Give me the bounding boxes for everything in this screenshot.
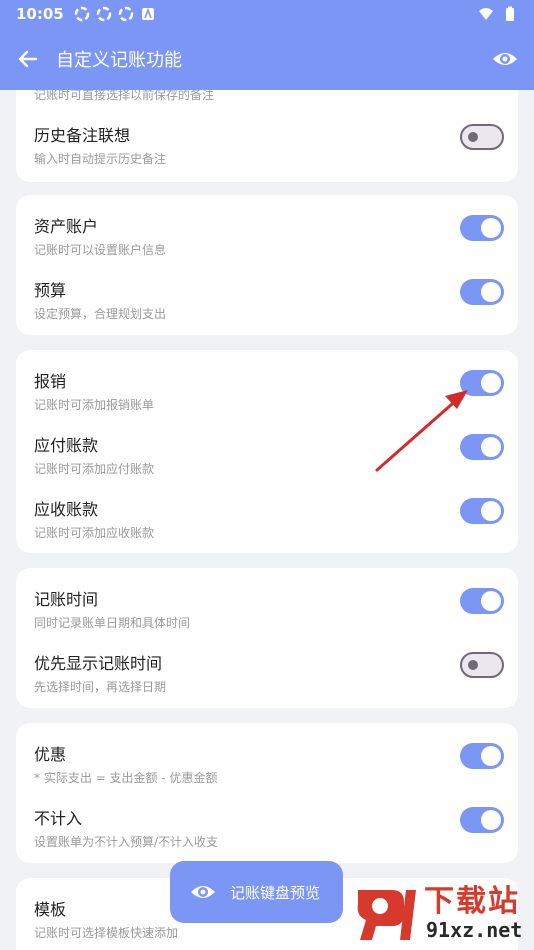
page-title: 自定义记账功能 bbox=[56, 50, 182, 71]
wifi-icon bbox=[479, 8, 493, 20]
watermark-url: 91xz.net bbox=[426, 918, 523, 942]
setting-row[interactable]: 优惠 * 实际支出 = 支出金额 - 优惠金额 bbox=[16, 735, 518, 795]
setting-row[interactable]: 记账时间 同时记录账单日期和具体时间 bbox=[16, 580, 518, 640]
notification-icons bbox=[74, 6, 156, 22]
toggle-switch[interactable] bbox=[460, 588, 504, 614]
toggle-switch[interactable] bbox=[460, 279, 504, 305]
setting-subtitle: 记账时可直接选择以前保存的备注 bbox=[34, 90, 215, 102]
setting-title: 报销 bbox=[34, 372, 67, 391]
toggle-switch[interactable] bbox=[460, 434, 504, 460]
setting-title: 应收账款 bbox=[34, 500, 99, 519]
setting-row[interactable]: 应付账款 记账时可添加应付账款 bbox=[16, 426, 518, 486]
status-bar: 10:05 bbox=[0, 0, 534, 28]
app-bar: 自定义记账功能 bbox=[0, 28, 534, 90]
notification-icon bbox=[74, 6, 89, 22]
setting-title: 应付账款 bbox=[34, 436, 99, 455]
preview-eye-icon[interactable] bbox=[492, 46, 518, 72]
setting-row[interactable]: 预算 设定预算，合理规划支出 bbox=[16, 271, 518, 331]
status-time: 10:05 bbox=[16, 5, 64, 23]
switch-knob bbox=[481, 591, 501, 611]
switch-knob bbox=[481, 373, 501, 393]
setting-title: 不计入 bbox=[34, 809, 83, 828]
setting-title: 资产账户 bbox=[34, 217, 99, 236]
setting-title: 历史备注联想 bbox=[34, 126, 131, 145]
toggle-switch[interactable] bbox=[460, 370, 504, 396]
notification-icon bbox=[96, 6, 111, 22]
watermark-logo-icon bbox=[357, 890, 416, 940]
setting-subtitle: 同时记录账单日期和具体时间 bbox=[34, 616, 191, 630]
keyboard-preview-label: 记账键盘预览 bbox=[230, 883, 321, 902]
toggle-switch[interactable] bbox=[460, 652, 504, 678]
switch-knob bbox=[481, 437, 501, 457]
watermark: 下载站 91xz.net bbox=[352, 874, 530, 946]
app-notification-icon bbox=[141, 7, 154, 20]
toggle-switch[interactable] bbox=[460, 215, 504, 241]
switch-knob bbox=[481, 218, 501, 238]
setting-title: 优惠 bbox=[34, 745, 67, 764]
setting-subtitle: 记账时可以设置账户信息 bbox=[34, 243, 167, 257]
setting-row[interactable]: 应收账款 记账时可添加应收账款 bbox=[16, 490, 518, 550]
switch-knob bbox=[481, 746, 501, 766]
toggle-switch[interactable] bbox=[460, 807, 504, 833]
toggle-switch[interactable] bbox=[460, 743, 504, 769]
back-arrow-icon[interactable] bbox=[16, 47, 40, 71]
setting-row[interactable]: 不计入 设置账单为不计入预算/不计入收支 bbox=[16, 799, 518, 859]
switch-knob bbox=[481, 282, 501, 302]
setting-title: 预算 bbox=[34, 281, 67, 300]
settings-card: 报销 记账时可添加报销账单 应付账款 记账时可添加应付账款 应收账款 记账时可添… bbox=[16, 350, 518, 553]
setting-subtitle: 记账时可选择模板快速添加 bbox=[34, 926, 179, 940]
keyboard-preview-button[interactable]: 记账键盘预览 bbox=[170, 861, 343, 923]
setting-subtitle: 输入时自动提示历史备注 bbox=[34, 152, 167, 166]
setting-row[interactable]: 报销 记账时可添加报销账单 bbox=[16, 362, 518, 422]
status-right bbox=[478, 6, 518, 22]
toggle-switch[interactable] bbox=[460, 498, 504, 524]
watermark-text: 下载站 bbox=[424, 884, 520, 919]
setting-title: 模板 bbox=[34, 900, 67, 919]
battery-icon bbox=[506, 6, 514, 21]
settings-card: 优惠 * 实际支出 = 支出金额 - 优惠金额 不计入 设置账单为不计入预算/不… bbox=[16, 723, 518, 863]
setting-title: 记账时间 bbox=[34, 590, 99, 609]
setting-subtitle: 设定预算，合理规划支出 bbox=[34, 307, 167, 321]
switch-knob bbox=[468, 660, 478, 670]
setting-subtitle: 记账时可添加应付账款 bbox=[34, 462, 155, 476]
switch-knob bbox=[481, 810, 501, 830]
settings-card: 记账时间 同时记录账单日期和具体时间 优先显示记账时间 先选择时间，再选择日期 bbox=[16, 568, 518, 708]
settings-list: 记账时可直接选择以前保存的备注 历史备注联想 输入时自动提示历史备注 资产账户 … bbox=[0, 90, 534, 950]
eye-icon bbox=[191, 886, 215, 898]
setting-title: 优先显示记账时间 bbox=[34, 654, 163, 673]
header: 10:05 自定义记账功能 bbox=[0, 0, 534, 90]
switch-knob bbox=[468, 132, 478, 142]
settings-card: 记账时可直接选择以前保存的备注 历史备注联想 输入时自动提示历史备注 bbox=[16, 90, 518, 182]
setting-subtitle: 记账时可添加报销账单 bbox=[34, 398, 155, 412]
setting-subtitle: * 实际支出 = 支出金额 - 优惠金额 bbox=[34, 771, 218, 785]
setting-row[interactable]: 资产账户 记账时可以设置账户信息 bbox=[16, 207, 518, 267]
settings-card: 资产账户 记账时可以设置账户信息 预算 设定预算，合理规划支出 bbox=[16, 195, 518, 335]
setting-subtitle: 记账时可添加应收账款 bbox=[34, 526, 155, 540]
toggle-switch[interactable] bbox=[460, 124, 504, 150]
setting-subtitle: 设置账单为不计入预算/不计入收支 bbox=[34, 835, 219, 849]
notification-icon bbox=[118, 6, 133, 22]
setting-row[interactable]: 历史备注联想 输入时自动提示历史备注 bbox=[16, 116, 518, 176]
setting-row[interactable]: 优先显示记账时间 先选择时间，再选择日期 bbox=[16, 644, 518, 704]
setting-subtitle: 先选择时间，再选择日期 bbox=[34, 680, 167, 694]
switch-knob bbox=[481, 501, 501, 521]
setting-row[interactable]: 记账时可直接选择以前保存的备注 bbox=[16, 90, 518, 112]
